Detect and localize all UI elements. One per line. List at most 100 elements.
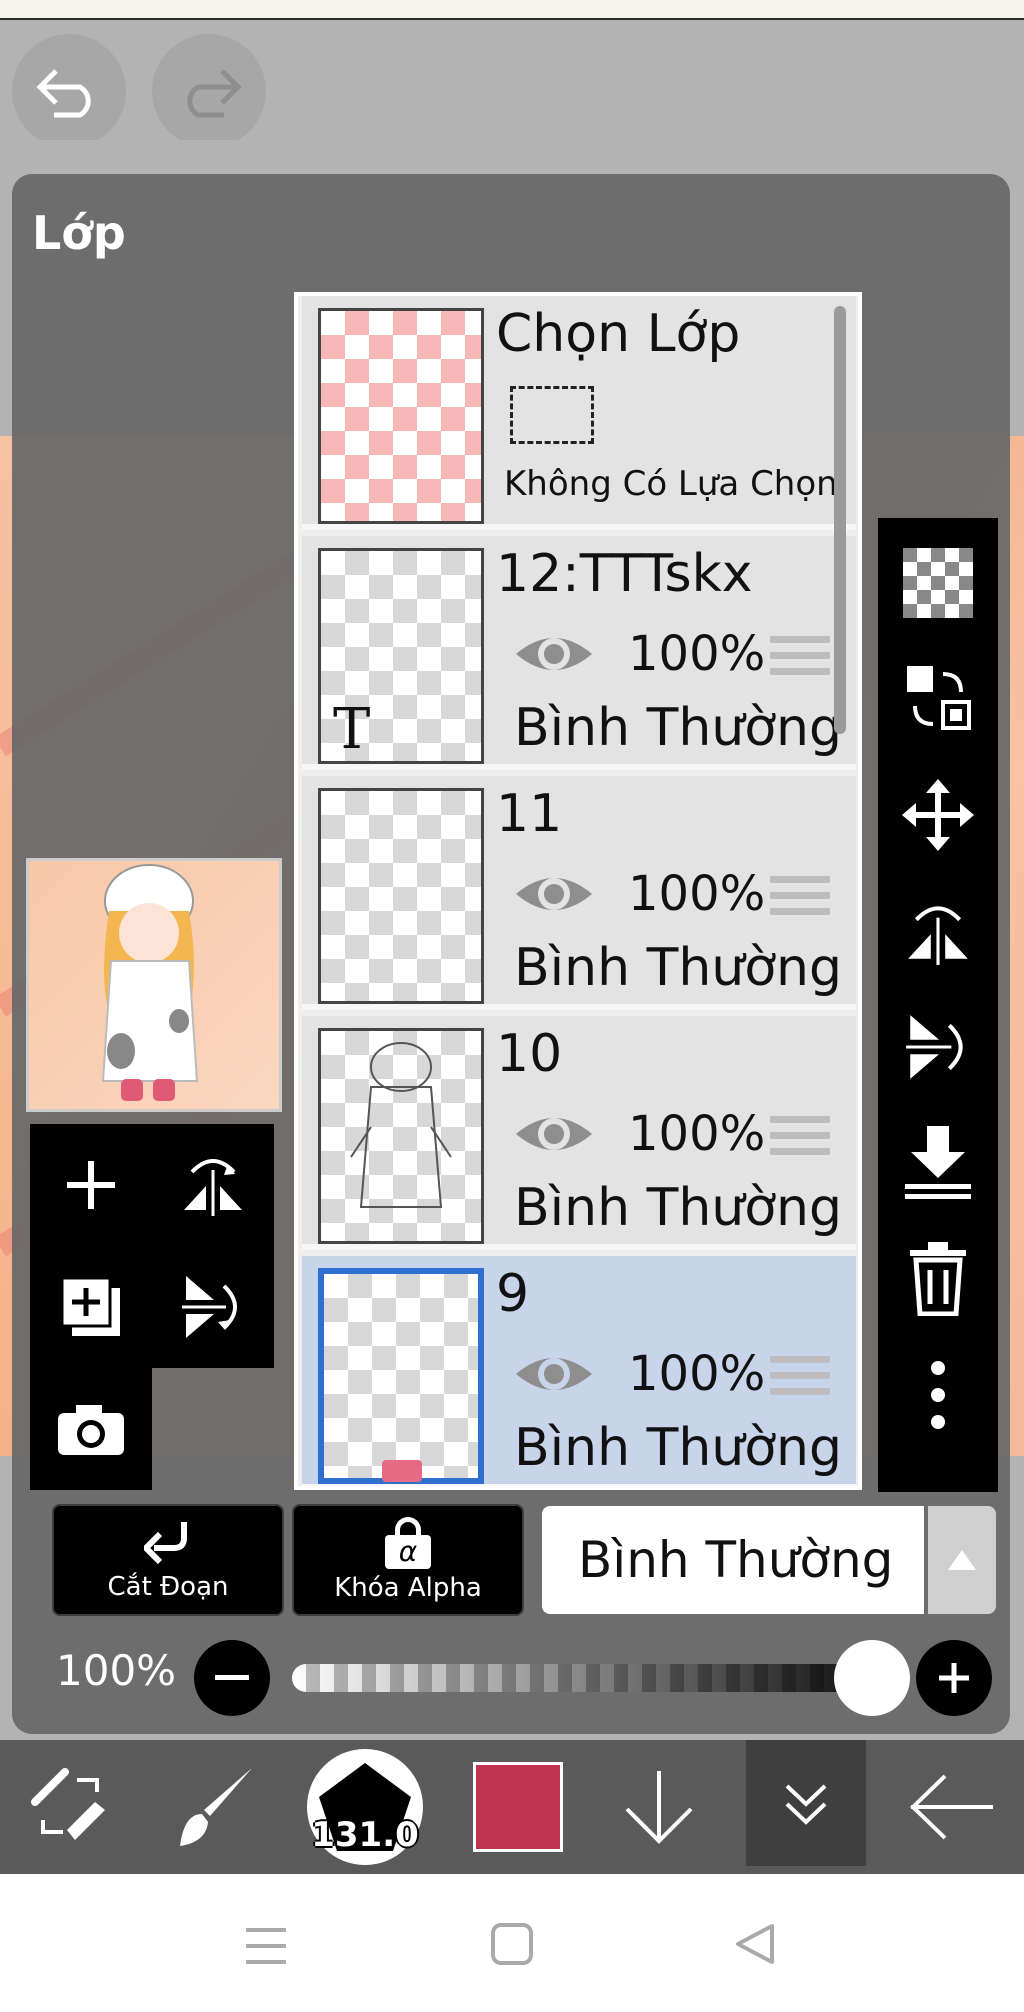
primary-color-swatch [473,1762,563,1852]
redo-icon [187,69,242,118]
flip-vertical-right-button[interactable] [878,992,998,1102]
delete-layer-button[interactable] [878,1224,998,1334]
camera-icon [58,1405,124,1455]
layer-blend-mode: Bình Thường [514,698,843,758]
layer-blend-mode: Bình Thường [514,1178,843,1238]
layer-row-selected[interactable]: 9 100% Bình Thường [302,1256,856,1486]
alpha-symbol: α [385,1535,431,1569]
layer-opacity: 100% [628,1106,766,1162]
eye-icon[interactable] [514,1348,594,1400]
move-layer-button[interactable] [878,760,998,870]
arrow-down-icon [625,1771,693,1844]
right-layer-tools [878,518,998,1492]
layer-row[interactable]: T 12:TTTskx 100% Bình Thường [302,536,856,770]
minus-icon [215,1675,249,1680]
swap-icon [907,666,971,730]
eye-icon[interactable] [514,868,594,920]
add-layer-button[interactable] [30,1124,152,1246]
alpha-lock-label: Khóa Alpha [334,1573,482,1603]
transform-tool-button[interactable] [10,1740,130,1874]
eye-icon[interactable] [514,1108,594,1160]
brush-size-value: 131.0 [311,1815,419,1855]
brush-size-indicator: 131.0 [307,1749,423,1865]
color-swatch-button[interactable] [456,1740,580,1874]
canvas-preview-thumbnail[interactable] [26,858,282,1112]
panel-title: Lớp [32,206,126,260]
bottom-toolbar: 131.0 [0,1740,1024,1874]
swap-layer-button[interactable] [878,644,998,754]
layer-blend-mode: Bình Thường [514,1418,843,1478]
drag-handle-icon[interactable] [770,636,830,684]
undo-icon [36,69,91,118]
drag-handle-icon[interactable] [770,1116,830,1164]
marquee-selection-icon [510,386,594,444]
move-icon [902,779,974,851]
arrow-left-icon [910,1774,993,1840]
selection-status: Không Có Lựa Chọn [504,464,838,504]
pen-eraser-swap-icon [31,1768,105,1840]
drag-handle-icon[interactable] [770,876,830,924]
back-button[interactable] [890,1740,1014,1874]
brush-tool-button[interactable] [150,1740,280,1874]
brush-icon [180,1768,252,1846]
drag-handle-icon[interactable] [770,1356,830,1404]
recent-apps-button[interactable] [244,1926,288,1970]
blend-mode-dropdown-button[interactable] [928,1506,996,1614]
layer-opacity: 100% [628,866,766,922]
system-navigation-bar [0,1874,1024,2012]
clipping-label: Cắt Đoạn [107,1572,229,1602]
layer-name: 11 [496,784,563,844]
flip-horizontal-right-button[interactable] [878,876,998,986]
layer-name: 10 [496,1024,563,1084]
opacity-slider-handle[interactable] [834,1640,910,1716]
back-triangle-icon [736,1924,774,1964]
more-vertical-icon [931,1361,945,1429]
brush-size-button[interactable]: 131.0 [300,1740,430,1874]
plus-icon [67,1161,115,1209]
camera-button[interactable] [30,1368,152,1490]
undo-button[interactable] [12,34,126,148]
selection-layer-title: Chọn Lớp [496,304,741,364]
layer-list[interactable]: Chọn Lớp Không Có Lựa Chọn T 12:TTTskx 1… [294,292,862,1490]
layer-thumbnail [318,1028,484,1244]
clipping-button[interactable]: Cắt Đoạn [52,1504,284,1616]
home-square-icon [491,1923,533,1965]
flip-vertical-button[interactable] [152,1246,274,1368]
transparency-button[interactable] [878,528,998,638]
layer-row[interactable]: 11 100% Bình Thường [302,776,856,1010]
selection-layer-thumbnail [318,308,484,524]
layer-thumbnail: T [318,548,484,764]
layer-row[interactable]: 10 100% Bình Thường [302,1016,856,1250]
add-copy-layer-button[interactable] [30,1246,152,1368]
lock-icon: α [385,1517,431,1569]
flip-vertical-icon [182,1276,237,1338]
home-button[interactable] [490,1922,534,1970]
layer-name: 12:TTTskx [496,544,753,604]
eye-icon[interactable] [514,628,594,680]
opacity-decrease-button[interactable] [194,1640,270,1716]
alpha-lock-button[interactable]: α Khóa Alpha [292,1504,524,1616]
layer-down-button[interactable] [604,1740,714,1874]
more-options-button[interactable] [878,1340,998,1450]
lineart-thumbnail-image [350,1042,452,1208]
merge-down-button[interactable] [878,1108,998,1218]
layer-name: 9 [496,1264,530,1324]
left-layer-tools [30,1124,274,1490]
redo-button[interactable] [152,34,266,148]
opacity-increase-button[interactable] [916,1640,992,1716]
layer-blend-mode: Bình Thường [514,938,843,998]
layer-opacity: 100% [628,626,766,682]
layer-list-scrollbar[interactable] [834,306,846,734]
flip-horizontal-icon [184,1159,242,1216]
collapse-panel-button[interactable] [746,1740,866,1866]
selection-layer-row[interactable]: Chọn Lớp Không Có Lựa Chọn [302,296,856,530]
blend-mode-select[interactable]: Bình Thường [542,1506,924,1614]
flip-horizontal-button[interactable] [152,1124,274,1246]
character-preview-image [101,864,199,1101]
system-back-button[interactable] [732,1922,776,1970]
menu-lines-icon [246,1928,286,1964]
layer-thumbnail [318,1268,484,1484]
opacity-slider[interactable] [292,1664,906,1692]
chevron-double-down-icon [785,1784,827,1825]
top-bar [0,20,1024,148]
